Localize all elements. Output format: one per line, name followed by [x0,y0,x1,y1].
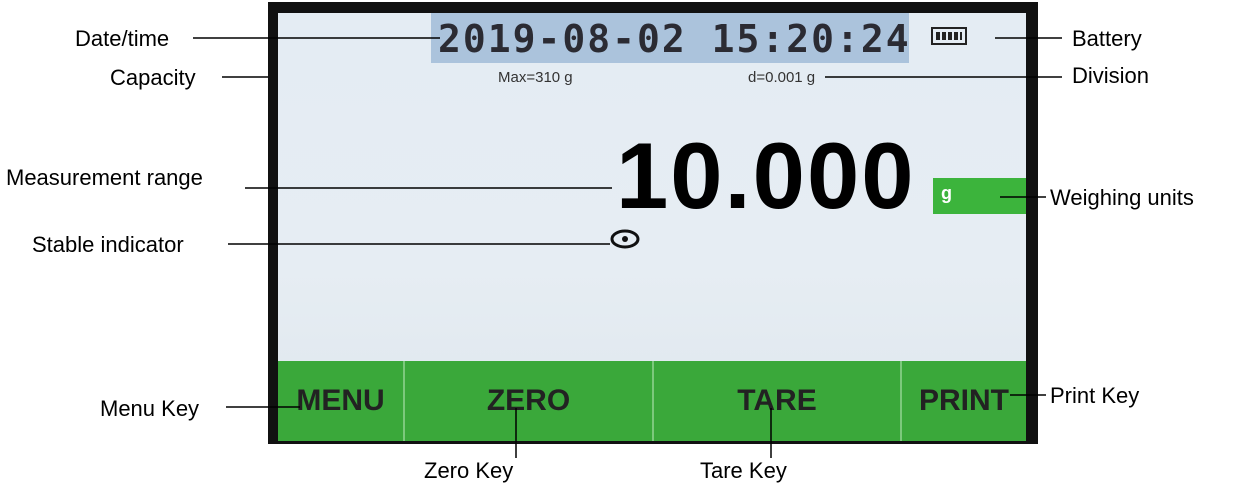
leader-lines [193,37,1062,458]
